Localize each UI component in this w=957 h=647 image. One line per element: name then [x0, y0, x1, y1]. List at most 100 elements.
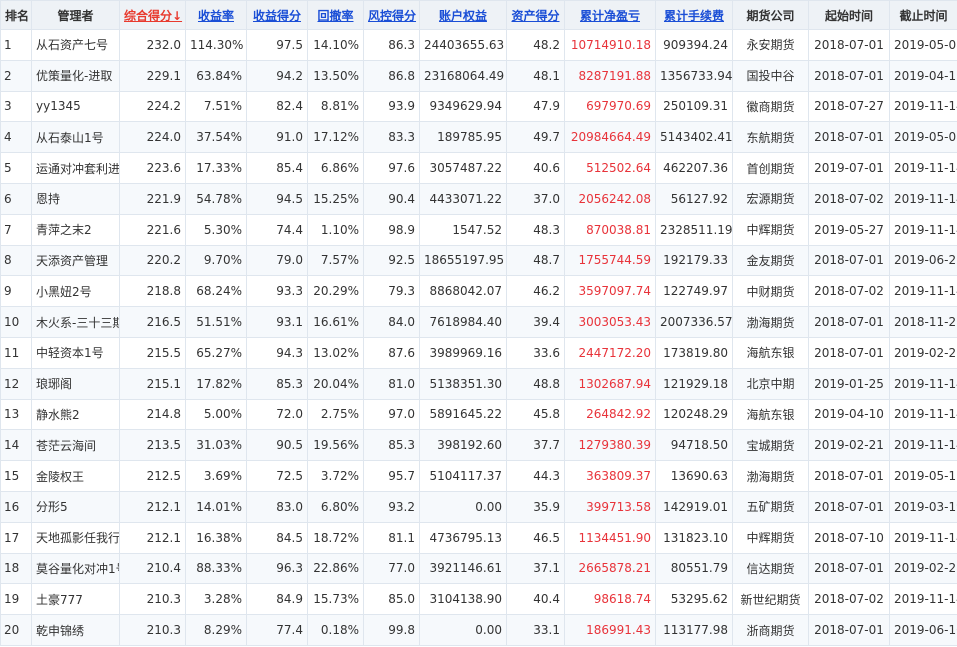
cell-start-date: 2018-07-01 — [808, 121, 890, 154]
cell-fees: 1356733.94 — [655, 59, 733, 92]
cell-total-score: 221.6 — [119, 213, 186, 246]
cell-fees: 56127.92 — [655, 182, 733, 215]
cell-return-score: 82.4 — [246, 90, 308, 123]
cell-manager: 静水熊2 — [31, 398, 120, 431]
cell-manager: 从石资产七号 — [31, 29, 120, 61]
cell-net-pnl: 363809.37 — [564, 460, 656, 492]
cell-broker: 五矿期货 — [732, 490, 809, 523]
cell-total-score: 216.5 — [119, 306, 186, 338]
cell-net-pnl: 399713.58 — [564, 490, 656, 523]
cell-end-date: 2019-02-28 — [889, 552, 957, 585]
cell-return-rate: 3.69% — [185, 460, 247, 492]
cell-equity: 3921146.61 — [419, 552, 507, 585]
table-row: 1 从石资产七号 232.0 114.30% 97.5 14.10% 86.3 2440365… — [0, 29, 957, 61]
cell-return-rate: 5.30% — [185, 213, 247, 246]
cell-fees: 113177.98 — [655, 614, 733, 646]
cell-rank: 10 — [0, 306, 32, 338]
cell-return-rate: 9.70% — [185, 244, 247, 277]
table-row: 17 天地孤影任我行 212.1 16.38% 84.5 18.72% 81.1 473679… — [0, 521, 957, 554]
cell-return-score: 74.4 — [246, 213, 308, 246]
cell-broker: 海航东银 — [732, 336, 809, 369]
cell-return-rate: 31.03% — [185, 429, 247, 462]
table-row: 12 琅琊阁 215.1 17.82% 85.3 20.04% 81.0 5138351.30… — [0, 367, 957, 400]
cell-fees: 94718.50 — [655, 429, 733, 462]
cell-return-score: 85.4 — [246, 152, 308, 184]
cell-asset-score: 48.3 — [506, 213, 565, 246]
cell-broker: 浙商期货 — [732, 614, 809, 646]
cell-rank: 3 — [0, 90, 32, 123]
cell-manager: 小黑妞2号 — [31, 275, 120, 308]
sort-return-score[interactable]: 收益得分 — [246, 0, 308, 30]
cell-net-pnl: 98618.74 — [564, 583, 656, 616]
cell-asset-score: 48.1 — [506, 59, 565, 92]
cell-fees: 122749.97 — [655, 275, 733, 308]
cell-return-rate: 17.33% — [185, 152, 247, 184]
cell-equity: 5138351.30 — [419, 367, 507, 400]
cell-asset-score: 37.1 — [506, 552, 565, 585]
cell-net-pnl: 20984664.49 — [564, 121, 656, 154]
cell-drawdown: 2.75% — [307, 398, 364, 431]
cell-fees: 142919.01 — [655, 490, 733, 523]
cell-equity: 0.00 — [419, 490, 507, 523]
cell-asset-score: 46.5 — [506, 521, 565, 554]
cell-rank: 8 — [0, 244, 32, 277]
sort-net-pnl[interactable]: 累计净盈亏 — [564, 0, 656, 30]
cell-return-rate: 14.01% — [185, 490, 247, 523]
cell-manager: 苍茫云海间 — [31, 429, 120, 462]
cell-return-score: 77.4 — [246, 614, 308, 646]
cell-net-pnl: 8287191.88 — [564, 59, 656, 92]
cell-end-date: 2019-11-14 — [889, 275, 957, 308]
cell-rank: 17 — [0, 521, 32, 554]
cell-end-date: 2019-11-14 — [889, 90, 957, 123]
cell-risk-score: 92.5 — [363, 244, 420, 277]
cell-manager: 天添资产管理 — [31, 244, 120, 277]
cell-return-rate: 7.51% — [185, 90, 247, 123]
sort-fees[interactable]: 累计手续费 — [655, 0, 733, 30]
sort-return-rate[interactable]: 收益率 — [185, 0, 247, 30]
cell-net-pnl: 186991.43 — [564, 614, 656, 646]
sort-equity[interactable]: 账户权益 — [419, 0, 507, 30]
header-rank: 排名 — [0, 0, 32, 30]
cell-broker: 永安期货 — [732, 29, 809, 61]
cell-total-score: 212.1 — [119, 490, 186, 523]
sort-total-score[interactable]: 综合得分↓ — [119, 0, 186, 30]
cell-return-rate: 37.54% — [185, 121, 247, 154]
cell-total-score: 224.2 — [119, 90, 186, 123]
cell-equity: 4736795.13 — [419, 521, 507, 554]
cell-manager: 分形5 — [31, 490, 120, 523]
cell-equity: 5104117.37 — [419, 460, 507, 492]
cell-net-pnl: 697970.69 — [564, 90, 656, 123]
cell-drawdown: 6.80% — [307, 490, 364, 523]
cell-start-date: 2018-07-01 — [808, 614, 890, 646]
cell-start-date: 2018-07-27 — [808, 90, 890, 123]
cell-asset-score: 33.6 — [506, 336, 565, 369]
sort-asset-score[interactable]: 资产得分 — [506, 0, 565, 30]
cell-risk-score: 95.7 — [363, 460, 420, 492]
sort-drawdown[interactable]: 回撤率 — [307, 0, 364, 30]
cell-return-rate: 3.28% — [185, 583, 247, 616]
cell-fees: 121929.18 — [655, 367, 733, 400]
cell-end-date: 2019-11-14 — [889, 521, 957, 554]
cell-return-score: 83.0 — [246, 490, 308, 523]
cell-rank: 15 — [0, 460, 32, 492]
cell-risk-score: 97.6 — [363, 152, 420, 184]
table-row: 20 乾申锦绣 210.3 8.29% 77.4 0.18% 99.8 0.00 33.1 186… — [0, 614, 957, 646]
cell-return-rate: 17.82% — [185, 367, 247, 400]
sort-risk-score[interactable]: 风控得分 — [363, 0, 420, 30]
cell-broker: 宏源期货 — [732, 182, 809, 215]
cell-return-score: 84.9 — [246, 583, 308, 616]
cell-total-score: 212.1 — [119, 521, 186, 554]
table-row: 9 小黑妞2号 218.8 68.24% 93.3 20.29% 79.3 8868042.0… — [0, 275, 957, 308]
cell-drawdown: 6.86% — [307, 152, 364, 184]
cell-drawdown: 14.10% — [307, 29, 364, 61]
cell-return-rate: 16.38% — [185, 521, 247, 554]
cell-broker: 渤海期货 — [732, 306, 809, 338]
cell-risk-score: 81.0 — [363, 367, 420, 400]
cell-asset-score: 48.2 — [506, 29, 565, 61]
cell-equity: 3057487.22 — [419, 152, 507, 184]
cell-rank: 7 — [0, 213, 32, 246]
cell-start-date: 2018-07-02 — [808, 583, 890, 616]
cell-return-rate: 54.78% — [185, 182, 247, 215]
cell-rank: 19 — [0, 583, 32, 616]
cell-return-score: 93.1 — [246, 306, 308, 338]
